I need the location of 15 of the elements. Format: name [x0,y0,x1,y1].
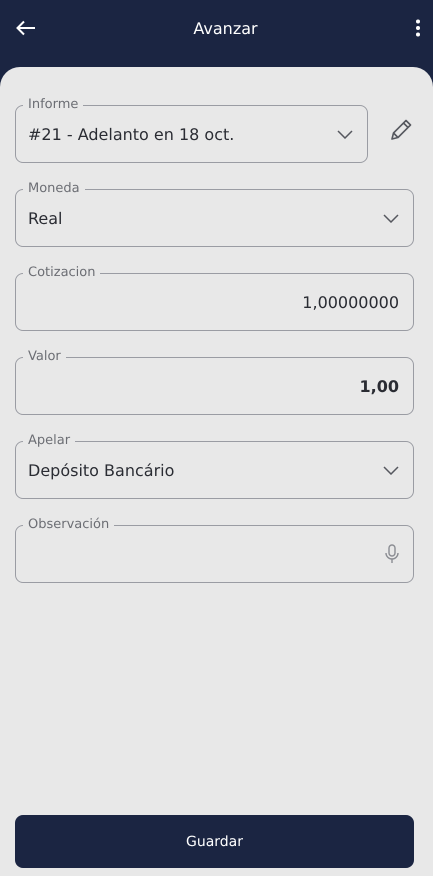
chevron-down-icon [383,214,399,222]
chevron-down-icon [337,130,353,138]
microphone-icon[interactable] [385,544,399,564]
field-value: 1,00000000 [301,292,399,312]
field-value: #21 - Adelanto en 18 oct. [28,124,236,144]
field-label: Apelar [23,433,76,449]
back-arrow-icon[interactable] [16,20,36,36]
page-title: Avanzar [193,18,258,38]
chevron-down-icon [383,466,399,474]
pencil-icon[interactable] [388,117,414,143]
more-menu-icon[interactable] [414,19,421,37]
save-button[interactable]: Guardar [15,815,414,868]
field-value: 1,00 [358,376,399,396]
field-value: Real [28,208,64,228]
field-value: Depósito Bancário [28,460,176,480]
